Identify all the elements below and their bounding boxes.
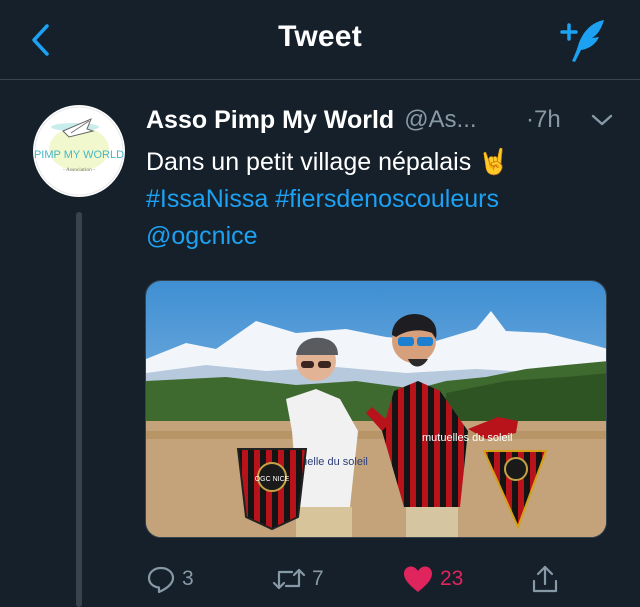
pimp-my-world-logo: PIMP MY WORLD - Association -: [34, 106, 124, 196]
tweet-photo[interactable]: mutuelles du soleil utuelle du soleil OG…: [145, 280, 607, 538]
tweet-options-button[interactable]: [590, 108, 614, 137]
page-title: Tweet: [278, 20, 362, 53]
compose-tweet-icon: [560, 20, 604, 62]
reply-icon: [147, 566, 175, 594]
like-count: 23: [440, 567, 464, 590]
mention-ogcnice[interactable]: @ogcnice: [146, 222, 258, 250]
photo-illustration: mutuelles du soleil utuelle du soleil OG…: [146, 281, 606, 537]
tweet-author-row: Asso Pimp My World @As... ·7h: [146, 102, 616, 138]
author-handle[interactable]: @As...: [404, 106, 476, 134]
tweet-actions: 3 7 23: [0, 556, 640, 602]
tweet-timestamp: ·7h: [526, 106, 561, 133]
retweet-count: 7: [312, 567, 324, 590]
hashtag-line: #IssaNissa #fiersdenoscouleurs: [146, 181, 616, 218]
reply-button[interactable]: 3: [146, 556, 194, 602]
share-icon: [532, 565, 558, 593]
heart-icon: [404, 566, 432, 592]
like-button[interactable]: 23: [402, 556, 463, 602]
svg-text:OGC NICE: OGC NICE: [255, 476, 290, 483]
svg-text:- Association -: - Association -: [63, 167, 95, 173]
reply-count: 3: [182, 567, 194, 590]
tweet-body: Dans un petit village népalais: [146, 148, 472, 176]
retweet-icon: [272, 568, 306, 590]
tweet-text-line: Dans un petit village népalais 🤘: [146, 144, 616, 181]
svg-text:PIMP MY WORLD: PIMP MY WORLD: [34, 149, 124, 161]
hashtag-fiersdenoscouleurs[interactable]: #fiersdenoscouleurs: [275, 185, 499, 213]
chevron-down-icon: [591, 114, 613, 126]
top-bar: Tweet: [0, 0, 640, 80]
svg-text:mutuelles du soleil: mutuelles du soleil: [422, 432, 513, 444]
compose-tweet-button[interactable]: [556, 14, 612, 66]
avatar[interactable]: PIMP MY WORLD - Association -: [33, 105, 125, 197]
rock-hand-emoji: 🤘: [478, 148, 510, 176]
thread-connector-line: [76, 212, 82, 607]
tweet-text: Dans un petit village népalais 🤘 #IssaNi…: [146, 144, 616, 255]
author-name[interactable]: Asso Pimp My World: [146, 106, 394, 135]
hashtag-issanissa[interactable]: #IssaNissa: [146, 185, 268, 213]
share-button[interactable]: [530, 556, 560, 602]
retweet-button[interactable]: 7: [272, 556, 324, 602]
mention-line: @ogcnice: [146, 218, 616, 255]
